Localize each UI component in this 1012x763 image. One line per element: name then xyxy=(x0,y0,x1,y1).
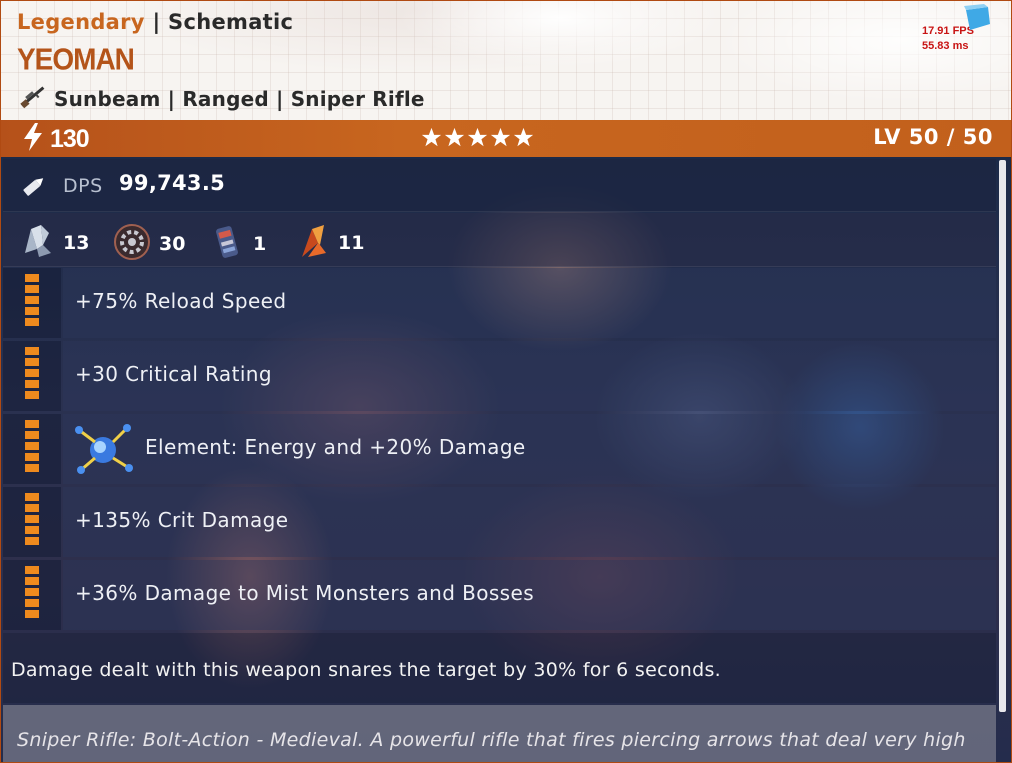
perk-panel: +36% Damage to Mist Monsters and Bosses xyxy=(63,560,996,630)
description-panel: Damage dealt with this weapon snares the… xyxy=(3,633,996,703)
resource-count: 11 xyxy=(338,232,365,254)
tooltip-body: DPS 99,743.5 13 30 1 11 +75% Reload Spee… xyxy=(0,157,1012,763)
perk-text: +30 Critical Rating xyxy=(75,362,272,386)
power-level: 130 xyxy=(22,122,90,156)
star-icon xyxy=(421,127,442,152)
lore-text: Sniper Rifle: Bolt-Action - Medieval. A … xyxy=(17,729,966,751)
tooltip-header: Legendary | Schematic YEOMAN Sunbeam | R… xyxy=(0,0,1012,120)
dps-value: 99,743.5 xyxy=(119,171,226,195)
description-text: Damage dealt with this weapon snares the… xyxy=(11,659,722,681)
star-rating xyxy=(421,127,534,152)
dps-row: DPS 99,743.5 xyxy=(3,159,996,212)
perk-panel: +75% Reload Speed xyxy=(63,268,996,338)
perk-row: +30 Critical Rating xyxy=(3,341,996,411)
perk-text: +135% Crit Damage xyxy=(75,508,289,532)
frame-time-value: 55.83 ms xyxy=(922,40,969,52)
cube-icon xyxy=(962,4,992,38)
resource-count: 1 xyxy=(253,233,267,255)
resource-row: 13 30 1 11 xyxy=(3,213,996,267)
perk-row: +36% Damage to Mist Monsters and Bosses xyxy=(3,560,996,630)
resource-gear: 30 xyxy=(113,223,185,265)
power-value: 130 xyxy=(50,124,90,153)
lightning-icon xyxy=(22,122,44,156)
perk-row: +135% Crit Damage xyxy=(3,487,996,557)
mechanical-parts-icon xyxy=(211,223,245,265)
energy-element-icon xyxy=(73,420,135,482)
star-icon xyxy=(490,127,511,152)
dps-label: DPS xyxy=(63,175,103,197)
resource-count: 13 xyxy=(63,232,90,254)
perk-panel: Element: Energy and +20% Damage xyxy=(63,414,996,484)
perk-tier-marker xyxy=(3,341,61,411)
perk-panel: +135% Crit Damage xyxy=(63,487,996,557)
perk-row: +75% Reload Speed xyxy=(3,268,996,338)
rarity-line: Legendary | Schematic xyxy=(17,10,293,34)
perk-text: +36% Damage to Mist Monsters and Bosses xyxy=(75,581,535,605)
scrollbar[interactable] xyxy=(999,160,1006,712)
perk-panel: +30 Critical Rating xyxy=(63,341,996,411)
level-label: LV 50 / 50 xyxy=(873,125,993,149)
resource-count: 30 xyxy=(159,233,186,255)
perk-text: +75% Reload Speed xyxy=(75,289,287,313)
rarity-separator: | xyxy=(152,10,161,34)
category-line: Sunbeam | Ranged | Sniper Rifle xyxy=(18,83,425,115)
stats-bar: 130 LV 50 / 50 xyxy=(0,120,1012,157)
perk-tier-marker xyxy=(3,268,61,338)
perk-tier-marker xyxy=(3,560,61,630)
resource-crystal: 13 xyxy=(19,223,89,263)
flame-shard-icon xyxy=(298,223,330,263)
rarity-label: Legendary xyxy=(17,10,145,34)
weapon-name: YEOMAN xyxy=(17,42,135,77)
category-text: Sunbeam | Ranged | Sniper Rifle xyxy=(54,87,425,111)
gear-icon xyxy=(113,223,151,265)
perk-text: Element: Energy and +20% Damage xyxy=(145,435,526,459)
perk-tier-marker xyxy=(3,414,61,484)
star-icon xyxy=(467,127,488,152)
resource-flame-shard: 11 xyxy=(298,223,364,263)
item-type-label: Schematic xyxy=(168,10,294,34)
crystal-icon xyxy=(19,223,55,263)
sniper-rifle-icon xyxy=(18,83,48,115)
lore-panel: Sniper Rifle: Bolt-Action - Medieval. A … xyxy=(3,705,996,763)
star-icon xyxy=(513,127,534,152)
perk-row: Element: Energy and +20% Damage xyxy=(3,414,996,484)
bullet-icon xyxy=(20,173,48,203)
weapon-tooltip: Legendary | Schematic YEOMAN Sunbeam | R… xyxy=(0,0,1012,763)
star-icon xyxy=(444,127,465,152)
resource-mechanical-parts: 1 xyxy=(211,223,266,265)
perk-tier-marker xyxy=(3,487,61,557)
